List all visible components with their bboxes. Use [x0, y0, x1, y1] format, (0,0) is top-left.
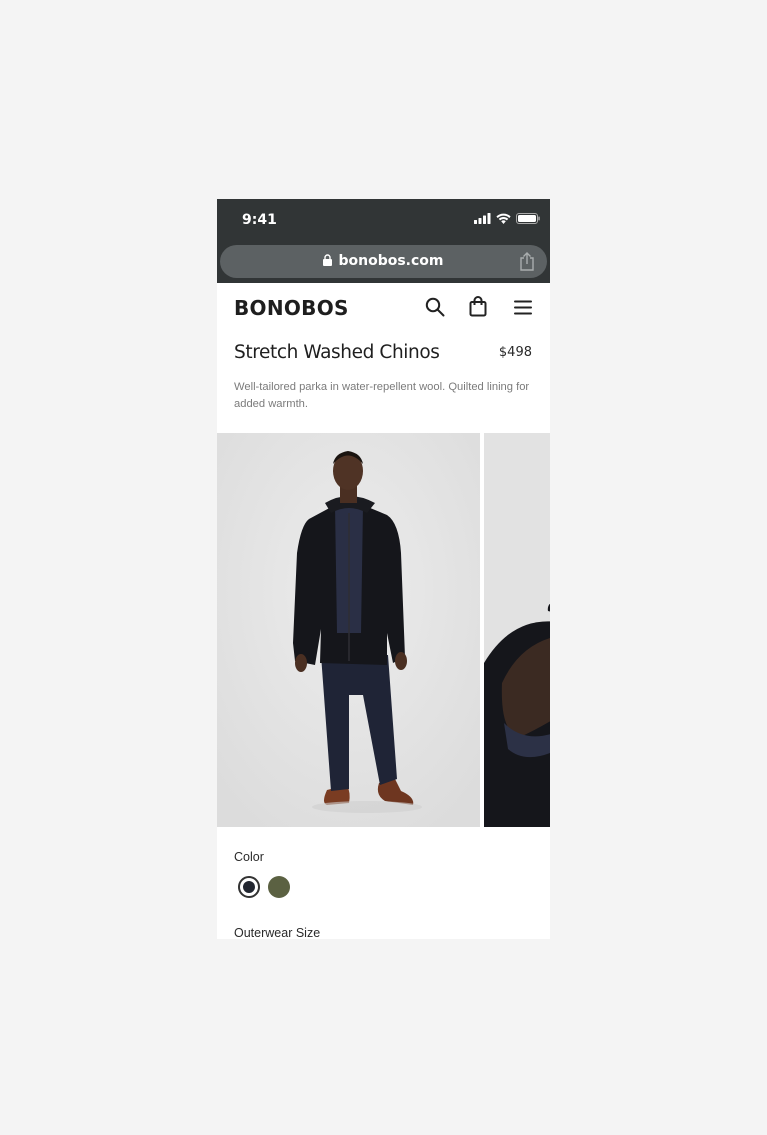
model-closeup-illustration: [484, 433, 550, 827]
signal-icon: [474, 213, 491, 224]
address-bar[interactable]: bonobos.com: [220, 245, 547, 278]
bag-icon[interactable]: [469, 296, 487, 317]
battery-icon: [516, 213, 540, 224]
color-label: Color: [234, 850, 264, 864]
product-image-secondary[interactable]: [484, 433, 550, 827]
browser-chrome: 9:41 bonobos.com: [217, 199, 550, 283]
lock-icon: [323, 254, 333, 266]
product-title: Stretch Washed Chinos: [234, 342, 440, 363]
color-swatch-navy[interactable]: [238, 876, 260, 898]
product-image-main[interactable]: [217, 433, 480, 827]
url-text: bonobos.com: [338, 253, 444, 269]
product-description: Well-tailored parka in water-repellent w…: [234, 381, 530, 410]
wifi-icon: [496, 213, 511, 224]
site-logo[interactable]: BONOBOS: [234, 296, 349, 320]
site-header: BONOBOS: [217, 283, 550, 333]
product-image-gallery[interactable]: [217, 433, 550, 827]
search-icon[interactable]: [425, 297, 445, 317]
phone-screen: 9:41 bonobos.com BONOBOS Stretch Washed …: [217, 199, 550, 939]
size-label: Outerwear Size: [234, 926, 321, 939]
product-price: $498: [498, 345, 532, 360]
status-icons: [474, 213, 540, 224]
color-swatch-olive[interactable]: [268, 876, 290, 898]
status-time: 9:41: [242, 212, 277, 228]
model-full-body-illustration: [217, 433, 480, 827]
share-icon[interactable]: [519, 252, 535, 271]
menu-icon[interactable]: [514, 300, 532, 315]
